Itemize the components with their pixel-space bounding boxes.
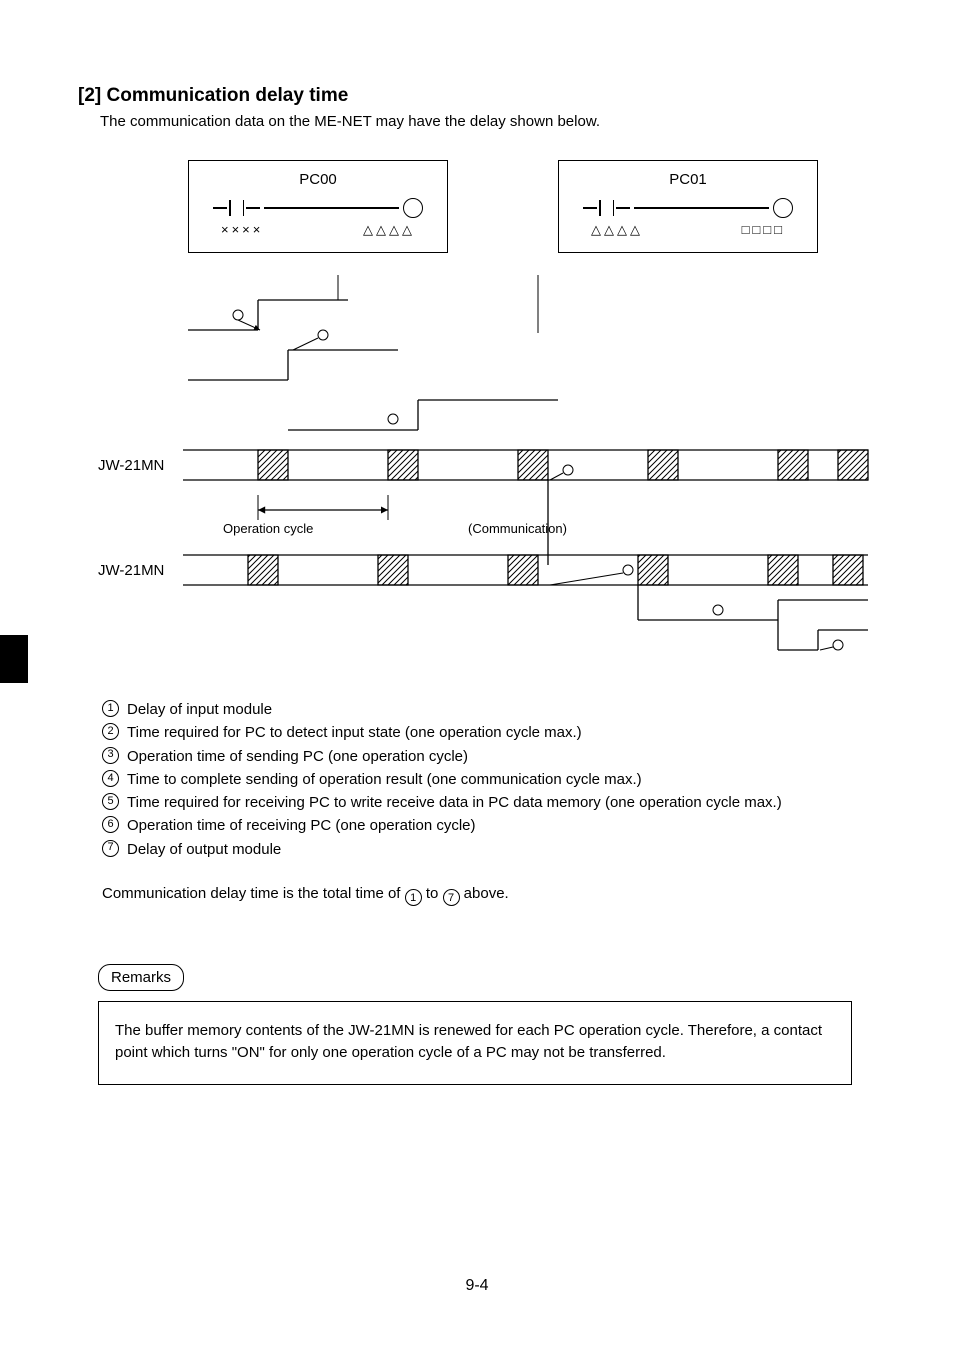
delay-item-2: 2 Time required for PC to detect input s…	[102, 721, 894, 744]
section-tab	[0, 635, 28, 683]
remarks-text: The buffer memory contents of the JW-21M…	[115, 1022, 822, 1061]
circled-number-icon: 7	[443, 889, 460, 906]
ladder-pc01-rung	[559, 198, 817, 218]
delay-text: Operation time of receiving PC (one oper…	[127, 814, 476, 837]
circled-number-icon: 6	[102, 816, 119, 833]
summary-mid: to	[426, 885, 443, 902]
ladder-pc00-title: PC00	[189, 171, 447, 188]
timing-row2-label: JW-21MN	[98, 562, 164, 579]
delay-text: Time required for PC to detect input sta…	[127, 721, 582, 744]
circled-number-icon: 1	[102, 700, 119, 717]
ladder-pc00: PC00 ×××× △△△△	[188, 160, 448, 253]
contact-icon	[583, 200, 630, 216]
ladder-pc01-left-sym: △△△△	[591, 222, 643, 238]
contact-icon	[213, 200, 260, 216]
section-title: Communication delay time	[107, 85, 349, 106]
delay-list: 1 Delay of input module 2 Time required …	[102, 698, 894, 861]
section-number: [2]	[78, 85, 101, 106]
circled-number-icon: 2	[102, 723, 119, 740]
timing-row1-label: JW-21MN	[98, 457, 164, 474]
page-number: 9-4	[0, 1277, 954, 1295]
timing-row1	[183, 450, 868, 480]
ladder-pc01-right-sym: □□□□	[742, 222, 785, 238]
ladder-pc01-title: PC01	[559, 171, 817, 188]
ladder-pc00-right-sym: △△△△	[363, 222, 415, 238]
coil-icon	[403, 198, 423, 218]
timing-row2	[183, 555, 868, 585]
delay-item-3: 3 Operation time of sending PC (one oper…	[102, 745, 894, 768]
delay-item-5: 5 Time required for receiving PC to writ…	[102, 791, 894, 814]
delay-text: Delay of input module	[127, 698, 272, 721]
delay-text: Operation time of sending PC (one operat…	[127, 745, 468, 768]
section-heading: [2] Communication delay time	[78, 85, 894, 107]
delay-text: Time required for receiving PC to write …	[127, 791, 782, 814]
circled-number-icon: 1	[405, 889, 422, 906]
timing-chart: JW-21MN Ope	[98, 275, 894, 660]
coil-icon	[773, 198, 793, 218]
circled-number-icon: 5	[102, 793, 119, 810]
diagram: PC00 ×××× △△△△ PC01	[98, 160, 894, 660]
communication-label: (Communication)	[468, 521, 567, 536]
ladder-row: PC00 ×××× △△△△ PC01	[188, 160, 894, 253]
page-content: [2] Communication delay time The communi…	[0, 0, 954, 1085]
summary-prefix: Communication delay time is the total ti…	[102, 885, 405, 902]
delay-text: Delay of output module	[127, 838, 281, 861]
section-intro: The communication data on the ME-NET may…	[100, 113, 894, 130]
ladder-pc00-rung	[189, 198, 447, 218]
delay-text: Time to complete sending of operation re…	[127, 768, 642, 791]
circled-number-icon: 3	[102, 747, 119, 764]
op-cycle-label: Operation cycle	[223, 521, 313, 536]
delay-item-1: 1 Delay of input module	[102, 698, 894, 721]
remarks-label: Remarks	[98, 964, 184, 991]
ladder-pc01: PC01 △△△△ □□□□	[558, 160, 818, 253]
circled-number-icon: 4	[102, 770, 119, 787]
ladder-pc00-left-sym: ××××	[221, 222, 263, 238]
delay-item-4: 4 Time to complete sending of operation …	[102, 768, 894, 791]
circled-number-icon: 7	[102, 840, 119, 857]
summary-suffix: above.	[464, 885, 509, 902]
delay-item-6: 6 Operation time of receiving PC (one op…	[102, 814, 894, 837]
remarks-box: The buffer memory contents of the JW-21M…	[98, 1001, 852, 1085]
delay-item-7: 7 Delay of output module	[102, 838, 894, 861]
summary-line: Communication delay time is the total ti…	[102, 885, 894, 907]
